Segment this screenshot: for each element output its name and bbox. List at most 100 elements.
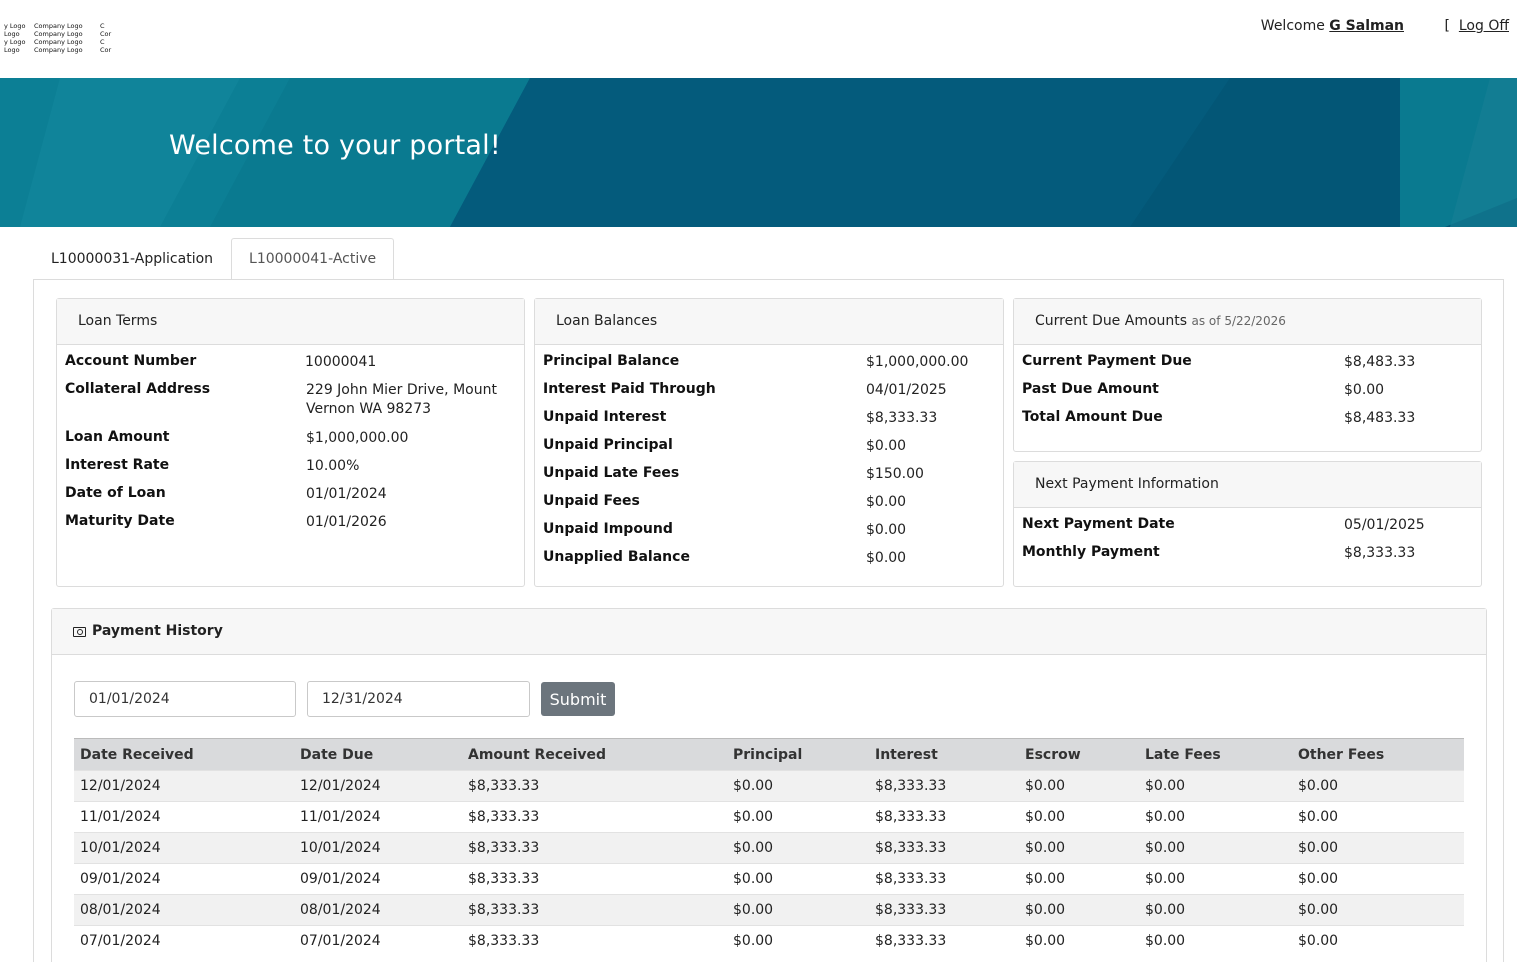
table-cell: $0.00: [1292, 801, 1464, 833]
loan-balances-card: Loan Balances Principal Balance $1,000,0…: [534, 298, 1004, 587]
logo-text: Cor: [100, 46, 112, 54]
end-date-input[interactable]: [307, 681, 530, 717]
field-value: $8,483.33: [1344, 354, 1416, 370]
table-cell: $0.00: [1292, 770, 1464, 802]
logo-text-grid: y Logo Company Logo C Logo Company Logo Cor y …: [4, 22, 116, 54]
field-value: 229 John Mier Drive, Mount Vernon WA 982…: [306, 382, 497, 417]
table-cell: $0.00: [1292, 832, 1464, 864]
table-cell: 08/01/2024: [294, 894, 462, 926]
table-cell: 09/01/2024: [294, 863, 462, 895]
submit-button[interactable]: Submit: [541, 682, 615, 716]
table-cell: $0.00: [1019, 894, 1139, 926]
column-header[interactable]: Date Received: [74, 738, 294, 771]
field-value: $0.00: [866, 550, 907, 566]
field-label: Unpaid Impound: [543, 521, 673, 537]
field-label: Collateral Address: [65, 381, 211, 397]
payment-history-rows: 12/01/2024 12/01/2024 $8,333.33 $0.00 $8,333…: [74, 770, 1464, 957]
table-cell: $0.00: [1292, 894, 1464, 926]
table-cell: $8,333.33: [869, 863, 1019, 895]
table-header-row: Date Received Date Due Amount Received P…: [74, 738, 1464, 771]
current-due-title: Current Due Amounts: [1035, 313, 1188, 329]
field-value: $150.00: [866, 466, 924, 482]
table-cell: 11/01/2024: [294, 801, 462, 833]
column-header[interactable]: Late Fees: [1139, 738, 1292, 771]
field-value: $0.00: [1344, 382, 1385, 398]
table-row: 09/01/2024 09/01/2024 $8,333.33 $0.00 $8,333…: [74, 863, 1464, 895]
field-label: Next Payment Date: [1022, 516, 1175, 532]
table-cell: 08/01/2024: [74, 894, 294, 926]
tab-content-panel: Loan Terms Account Number 10000041 Colla…: [33, 279, 1504, 962]
table-cell: $0.00: [1019, 801, 1139, 833]
table-cell: $0.00: [1139, 925, 1292, 957]
table-cell: $8,333.33: [462, 894, 727, 926]
table-cell: 09/01/2024: [74, 863, 294, 895]
field-value: 04/01/2025: [866, 382, 947, 398]
table-cell: $0.00: [727, 801, 869, 833]
logoff-link[interactable]: Log Off: [1459, 18, 1509, 34]
field-label: Unpaid Interest: [543, 409, 667, 425]
welcome-prefix: Welcome: [1260, 18, 1325, 34]
field-value: $1,000,000.00: [306, 430, 409, 446]
field-label: Monthly Payment: [1022, 544, 1160, 560]
logoff-area: [ Log Off: [1445, 18, 1510, 34]
welcome-banner: Welcome to your portal!: [0, 78, 1517, 227]
table-cell: $0.00: [1019, 832, 1139, 864]
column-header[interactable]: Date Due: [294, 738, 462, 771]
table-row: 07/01/2024 07/01/2024 $8,333.33 $0.00 $8,333…: [74, 925, 1464, 957]
tab-active-loan[interactable]: L10000041-Active: [231, 238, 395, 280]
table-cell: 10/01/2024: [294, 832, 462, 864]
table-cell: $0.00: [1019, 863, 1139, 895]
table-row: 12/01/2024 12/01/2024 $8,333.33 $0.00 $8,333…: [74, 770, 1464, 802]
column-header[interactable]: Amount Received: [462, 738, 727, 771]
table-cell: 10/01/2024: [74, 832, 294, 864]
table-cell: $8,333.33: [869, 801, 1019, 833]
table-cell: $8,333.33: [462, 770, 727, 802]
current-due-header: Current Due Amounts as of 5/22/2026: [1014, 299, 1481, 345]
table-cell: $0.00: [727, 832, 869, 864]
user-name-link[interactable]: G Salman: [1329, 18, 1404, 34]
table-cell: 07/01/2024: [74, 925, 294, 957]
logo-text: C: [100, 22, 105, 30]
field-value: $8,333.33: [1344, 545, 1416, 561]
next-payment-title: Next Payment Information: [1014, 462, 1481, 508]
table-cell: $8,333.33: [869, 894, 1019, 926]
column-header[interactable]: Other Fees: [1292, 738, 1464, 771]
table-cell: $0.00: [727, 863, 869, 895]
column-header[interactable]: Interest: [869, 738, 1019, 771]
logo-text: Logo: [4, 46, 20, 54]
start-date-input[interactable]: [74, 681, 296, 717]
field-label: Unapplied Balance: [543, 549, 690, 565]
logo-text: Company Logo: [34, 30, 83, 38]
table-row: 08/01/2024 08/01/2024 $8,333.33 $0.00 $8,333…: [74, 894, 1464, 926]
loan-terms-title: Loan Terms: [57, 299, 524, 345]
field-label: Loan Amount: [65, 429, 170, 445]
table-cell: $8,333.33: [462, 863, 727, 895]
field-value: $8,333.33: [866, 410, 938, 426]
column-header[interactable]: Principal: [727, 738, 869, 771]
top-bar: y Logo Company Logo C Logo Company Logo Cor y …: [0, 0, 1517, 78]
field-value: 05/01/2025: [1344, 517, 1425, 533]
table-cell: $0.00: [1139, 832, 1292, 864]
field-label: Unpaid Principal: [543, 437, 673, 453]
table-cell: $8,333.33: [462, 832, 727, 864]
table-row: 10/01/2024 10/01/2024 $8,333.33 $0.00 $8,333…: [74, 832, 1464, 864]
loan-terms-card: Loan Terms Account Number 10000041 Colla…: [56, 298, 525, 587]
logo-text: y Logo: [4, 38, 26, 46]
logo-text: Logo: [4, 30, 20, 38]
table-cell: $0.00: [1139, 894, 1292, 926]
logo-text: Company Logo: [34, 46, 83, 54]
tab-application[interactable]: L10000031-Application: [33, 238, 231, 279]
banner-title: Welcome to your portal!: [169, 130, 501, 161]
field-value: 01/01/2026: [306, 514, 387, 530]
payment-history-card: Payment History Submit Date Received Dat…: [51, 608, 1487, 962]
column-header[interactable]: Escrow: [1019, 738, 1139, 771]
table-cell: $0.00: [1139, 770, 1292, 802]
table-cell: $0.00: [727, 770, 869, 802]
field-label: Principal Balance: [543, 353, 680, 369]
field-label: Unpaid Fees: [543, 493, 640, 509]
table-cell: $0.00: [727, 894, 869, 926]
table-cell: 12/01/2024: [294, 770, 462, 802]
field-label: Current Payment Due: [1022, 353, 1192, 369]
company-logo[interactable]: y Logo Company Logo C Logo Company Logo Cor y …: [4, 22, 116, 54]
table-cell: $0.00: [1139, 863, 1292, 895]
